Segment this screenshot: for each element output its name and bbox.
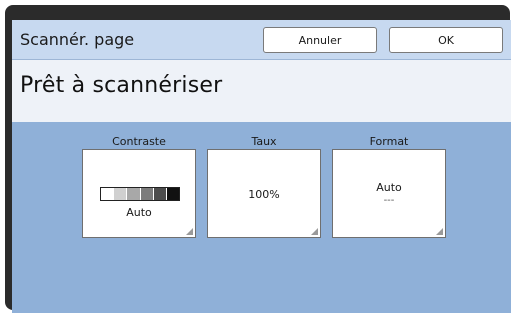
contrast-level-swatch bbox=[113, 188, 127, 200]
contrast-tile[interactable]: Auto bbox=[82, 149, 196, 238]
format-tile[interactable]: Auto --- bbox=[332, 149, 446, 238]
resize-corner-icon bbox=[311, 228, 318, 235]
format-value: Auto bbox=[376, 181, 402, 194]
contrast-level-swatch bbox=[152, 188, 166, 200]
contrast-level-swatch bbox=[165, 188, 180, 200]
contrast-level-swatch bbox=[139, 188, 153, 200]
format-label: Format bbox=[369, 135, 409, 148]
cancel-button[interactable]: Annuler bbox=[263, 27, 377, 53]
contrast-scale-icon bbox=[100, 187, 180, 201]
contrast-level-swatch bbox=[101, 188, 114, 200]
status-message: Prêt à scannériser bbox=[20, 73, 223, 98]
rate-label: Taux bbox=[251, 135, 277, 148]
resize-corner-icon bbox=[186, 228, 193, 235]
status-bar: Prêt à scannériser bbox=[12, 60, 511, 122]
format-sub-value: --- bbox=[383, 195, 395, 206]
contrast-label: Contraste bbox=[112, 135, 166, 148]
title-bar: Scannér. page Annuler OK bbox=[12, 20, 511, 60]
ok-button[interactable]: OK bbox=[389, 27, 503, 53]
resize-corner-icon bbox=[436, 228, 443, 235]
contrast-level-swatch bbox=[126, 188, 140, 200]
screen-title: Scannér. page bbox=[20, 30, 135, 49]
rate-value: 100% bbox=[248, 188, 280, 201]
rate-tile[interactable]: 100% bbox=[207, 149, 321, 238]
scan-page-screen: Scannér. page Annuler OK Prêt à scannéri… bbox=[12, 20, 511, 313]
contrast-value: Auto bbox=[126, 206, 152, 219]
